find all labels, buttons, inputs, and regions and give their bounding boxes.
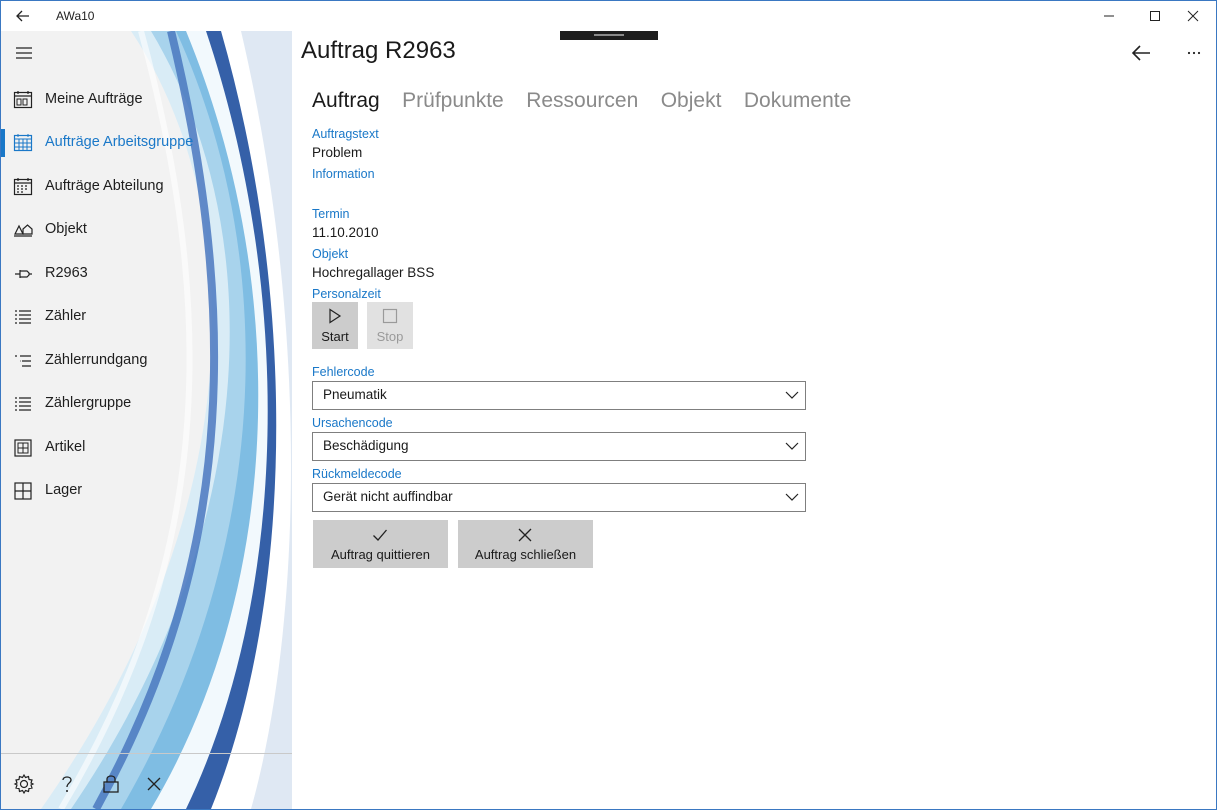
close-icon [1187,10,1199,22]
settings-button[interactable] [11,771,37,797]
minimize-button[interactable] [1086,1,1132,31]
nav-item-label: Zähler [45,308,87,324]
calendar-month-icon [13,134,33,152]
nav-item-label: Zählergruppe [45,395,132,411]
nav-item-zaehlerrundgang[interactable]: Zählerrundgang [1,339,292,383]
navigation-pane: Meine Aufträge Aufträge Arbeitsgruppe Au… [1,31,292,809]
nav-item-label: Artikel [45,439,86,455]
fehlercode-value: Pneumatik [323,387,387,402]
pivot-tabs: Auftrag Prüfpunkte Ressourcen Objekt Dok… [312,89,869,119]
active-indicator [1,129,5,157]
page-title: Auftrag R2963 [301,37,456,64]
nav-item-lager[interactable]: Lager [1,469,292,513]
nav-item-artikel[interactable]: Artikel [1,426,292,470]
arrow-left-icon [1131,45,1150,61]
termin-label: Termin [312,207,350,221]
fehlercode-select[interactable]: Pneumatik [312,381,806,410]
nav-item-label: Objekt [45,221,87,237]
exit-button[interactable] [141,771,167,797]
page-back-button[interactable] [1128,41,1156,65]
ursachencode-value: Beschädigung [323,438,409,453]
chevron-down-icon [785,391,799,399]
lock-button[interactable] [98,771,124,797]
play-icon [329,308,342,324]
hamburger-icon [16,47,32,59]
chevron-down-icon [785,493,799,501]
nav-item-objekt[interactable]: Objekt [1,208,292,252]
fehlercode-label: Fehlercode [312,365,375,379]
window-back-button[interactable] [9,4,37,28]
gear-icon [13,773,35,795]
start-button-label: Start [321,329,349,344]
stop-button-label: Stop [376,329,404,344]
arrow-left-icon [16,10,29,22]
nav-item-auftraege-arbeitsgruppe[interactable]: Aufträge Arbeitsgruppe [1,121,292,165]
objekt-label: Objekt [312,247,349,261]
nav-item-r2963[interactable]: R2963 [1,252,292,296]
nav-item-zaehler[interactable]: Zähler [1,295,292,339]
nav-item-label: Aufträge Arbeitsgruppe [45,134,194,150]
nav-item-auftraege-abteilung[interactable]: Aufträge Abteilung [1,165,292,209]
tab-ressourcen[interactable]: Ressourcen [526,89,638,113]
window-close-button[interactable] [1170,1,1216,31]
window-title: AWa10 [56,9,95,23]
information-label: Information [312,167,375,181]
tab-pruefpunkte[interactable]: Prüfpunkte [402,89,504,113]
stop-icon [382,308,398,324]
nav-item-label: Aufträge Abteilung [45,178,164,194]
calendar-icon [13,178,33,196]
personalzeit-label: Personalzeit [312,287,381,301]
close-icon [147,777,161,791]
app-window: AWa10 Meine Aufträge Aufträge Arbeitsgru… [0,0,1217,810]
pin-icon [15,270,32,278]
nav-item-meine-auftraege[interactable]: Meine Aufträge [1,78,292,122]
more-icon [1187,51,1201,55]
checkmark-icon [373,529,387,541]
calendar-week-icon [13,91,33,109]
sidebar-divider [1,753,292,754]
auftrag-schliessen-label: Auftrag schließen [474,547,577,562]
help-button[interactable] [54,771,80,797]
tab-objekt[interactable]: Objekt [661,89,722,113]
objekt-value: Hochregallager BSS [312,265,435,280]
main-content: Auftrag R2963 Auftrag Prüfpunkte Ressour… [292,31,1216,809]
nav-item-label: Zählerrundgang [45,352,148,368]
bulleted-list-icon [15,355,31,367]
grid-icon [14,482,32,500]
list-icon [15,310,31,324]
auftragstext-label: Auftragstext [312,127,379,141]
list-icon [15,397,31,411]
objects-icon [14,224,33,237]
more-button[interactable] [1180,41,1208,65]
chevron-down-icon [785,442,799,450]
auftrag-schliessen-button[interactable]: Auftrag schließen [458,520,593,568]
drag-handle[interactable] [560,31,658,40]
grid-box-icon [14,439,32,457]
rueckmeldecode-label: Rückmeldecode [312,467,402,481]
close-icon [518,528,532,542]
lock-icon [103,775,119,793]
minimize-icon [1104,15,1114,17]
tab-dokumente[interactable]: Dokumente [744,89,851,113]
ursachencode-label: Ursachencode [312,416,393,430]
auftrag-quittieren-label: Auftrag quittieren [330,547,430,562]
start-button[interactable]: Start [312,302,358,349]
nav-item-zaehlergruppe[interactable]: Zählergruppe [1,382,292,426]
help-icon [62,776,72,792]
ursachencode-select[interactable]: Beschädigung [312,432,806,461]
stop-button[interactable]: Stop [367,302,413,349]
rueckmeldecode-select[interactable]: Gerät nicht auffindbar [312,483,806,512]
tab-auftrag[interactable]: Auftrag [312,89,380,113]
hamburger-menu-button[interactable] [11,41,37,65]
auftragstext-value: Problem [312,145,363,160]
nav-item-label: Meine Aufträge [45,91,143,107]
nav-item-label: R2963 [45,265,88,281]
nav-item-label: Lager [45,482,83,498]
title-bar: AWa10 [1,1,1216,31]
rueckmeldecode-value: Gerät nicht auffindbar [323,489,453,504]
termin-value: 11.10.2010 [312,225,379,240]
auftrag-quittieren-button[interactable]: Auftrag quittieren [313,520,448,568]
